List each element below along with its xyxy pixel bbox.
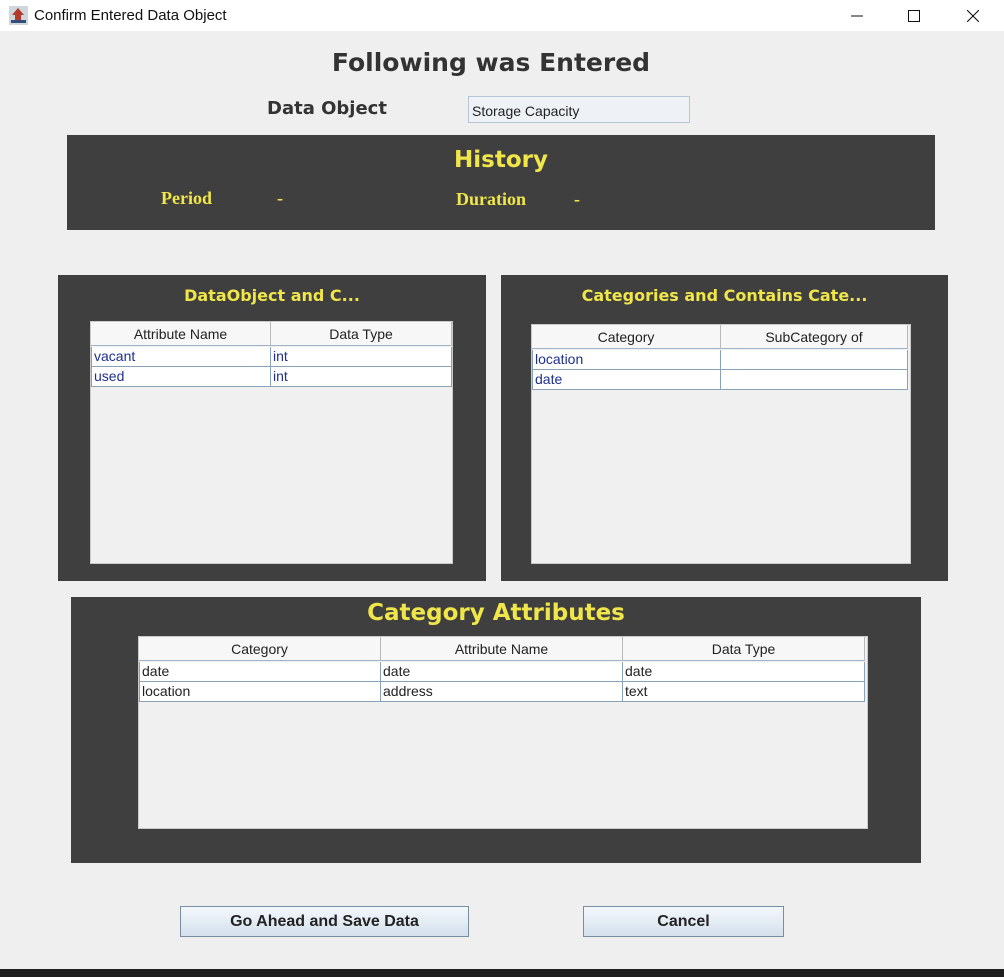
table-header: Category SubCategory of bbox=[532, 325, 908, 349]
attributes-table[interactable]: Attribute Name Data Type vacant int used… bbox=[90, 321, 453, 564]
period-value: - bbox=[277, 188, 283, 208]
table-cell[interactable]: date bbox=[623, 662, 865, 682]
cancel-button[interactable]: Cancel bbox=[583, 906, 784, 937]
minimize-icon bbox=[851, 15, 863, 16]
table-row[interactable]: date bbox=[532, 370, 908, 390]
category-attributes-table[interactable]: Category Attribute Name Data Type date d… bbox=[138, 636, 868, 829]
page-heading: Following was Entered bbox=[331, 48, 651, 77]
table-row[interactable]: date date date bbox=[139, 662, 865, 682]
table-header: Attribute Name Data Type bbox=[91, 322, 452, 346]
period-label: Period bbox=[161, 188, 212, 208]
minimize-button[interactable] bbox=[834, 0, 880, 31]
duration-value: - bbox=[574, 189, 580, 209]
table-row[interactable]: location bbox=[532, 350, 908, 370]
column-header[interactable]: Category bbox=[532, 325, 721, 349]
title-bar: Confirm Entered Data Object bbox=[0, 0, 1004, 31]
column-header[interactable]: Attribute Name bbox=[91, 322, 271, 346]
history-panel: History Period - Duration - bbox=[67, 135, 935, 230]
close-icon bbox=[967, 9, 979, 22]
background-console-strip bbox=[0, 969, 1004, 977]
table-cell[interactable] bbox=[721, 370, 908, 390]
duration-label: Duration bbox=[456, 189, 527, 209]
table-cell[interactable]: date bbox=[532, 370, 721, 390]
table-cell[interactable]: date bbox=[139, 662, 381, 682]
table-cell[interactable]: text bbox=[623, 682, 865, 702]
window-title: Confirm Entered Data Object bbox=[34, 7, 227, 24]
table-cell[interactable] bbox=[721, 350, 908, 370]
table-cell[interactable]: date bbox=[381, 662, 623, 682]
data-object-field[interactable]: Storage Capacity bbox=[468, 96, 690, 123]
table-cell[interactable]: used bbox=[91, 367, 271, 387]
attributes-panel: DataObject and C... Attribute Name Data … bbox=[58, 275, 486, 581]
column-header[interactable]: Attribute Name bbox=[381, 637, 623, 661]
table-cell[interactable]: int bbox=[271, 347, 452, 367]
table-cell[interactable]: location bbox=[139, 682, 381, 702]
categories-panel-title: Categories and Contains Cate... bbox=[581, 286, 868, 305]
categories-panel: Categories and Contains Cate... Category… bbox=[501, 275, 948, 581]
save-button[interactable]: Go Ahead and Save Data bbox=[180, 906, 469, 937]
column-header[interactable]: SubCategory of bbox=[721, 325, 908, 349]
column-header[interactable]: Data Type bbox=[271, 322, 452, 346]
column-header[interactable]: Data Type bbox=[623, 637, 865, 661]
category-attributes-title: Category Attributes bbox=[367, 600, 625, 626]
attributes-panel-title: DataObject and C... bbox=[184, 286, 360, 305]
history-title: History bbox=[454, 147, 548, 173]
table-cell[interactable]: vacant bbox=[91, 347, 271, 367]
close-button[interactable] bbox=[950, 0, 996, 31]
categories-table[interactable]: Category SubCategory of location date bbox=[531, 324, 911, 564]
table-cell[interactable]: location bbox=[532, 350, 721, 370]
table-row[interactable]: location address text bbox=[139, 682, 865, 702]
table-row[interactable]: vacant int bbox=[91, 347, 452, 367]
table-cell[interactable]: int bbox=[271, 367, 452, 387]
column-header[interactable]: Category bbox=[139, 637, 381, 661]
maximize-icon bbox=[908, 9, 920, 22]
data-object-label: Data Object bbox=[267, 98, 387, 119]
table-row[interactable]: used int bbox=[91, 367, 452, 387]
maximize-button[interactable] bbox=[891, 0, 937, 31]
table-cell[interactable]: address bbox=[381, 682, 623, 702]
category-attributes-panel: Category Attributes Category Attribute N… bbox=[71, 597, 921, 863]
table-header: Category Attribute Name Data Type bbox=[139, 637, 865, 661]
java-app-icon bbox=[9, 6, 28, 25]
